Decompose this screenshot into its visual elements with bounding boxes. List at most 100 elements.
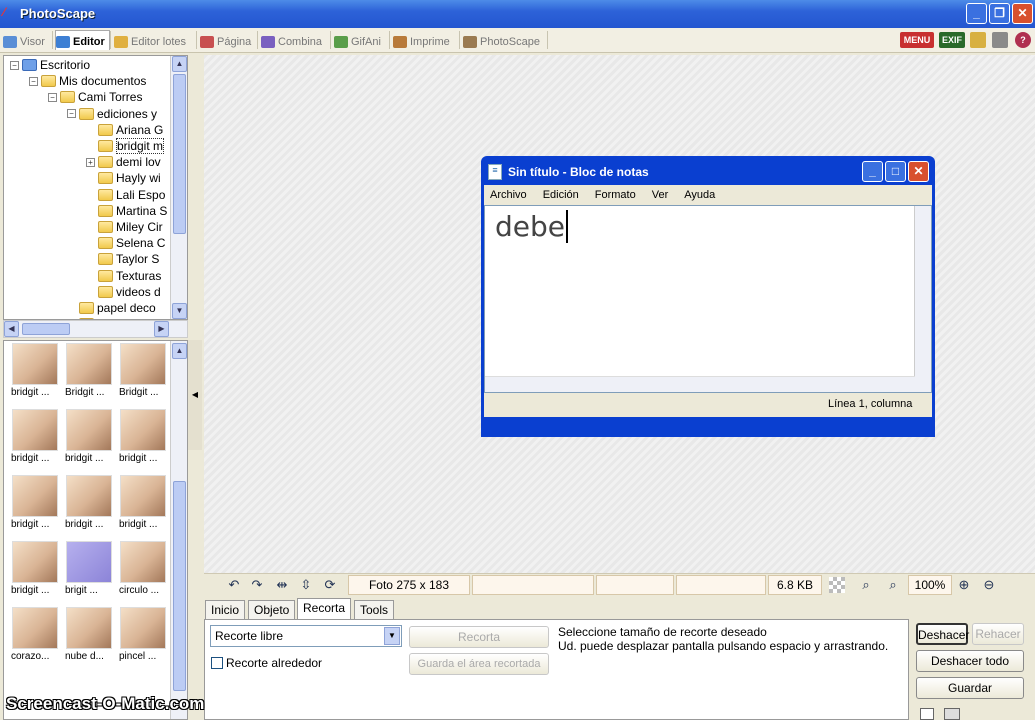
collapse-icon[interactable]: − <box>10 60 19 70</box>
rotate-any-icon[interactable]: ⟳ <box>322 577 338 593</box>
scroll-up-icon[interactable]: ▲ <box>172 343 187 359</box>
menu-archivo[interactable]: Archivo <box>490 189 527 201</box>
expand-icon[interactable]: + <box>86 157 95 167</box>
collapse-icon[interactable]: − <box>29 76 38 86</box>
rotate-left-icon[interactable]: ↶ <box>226 577 242 593</box>
tree-vertical-scrollbar[interactable]: ▲ ▼ <box>170 56 187 319</box>
windows-icon[interactable] <box>992 32 1008 48</box>
notepad-minimize-button[interactable]: _ <box>862 161 883 182</box>
flip-vertical-icon[interactable]: ⇳ <box>298 577 314 593</box>
save-button[interactable]: Guardar <box>916 677 1024 699</box>
thumbnail-image[interactable] <box>120 475 166 517</box>
minimize-button[interactable]: _ <box>966 3 987 24</box>
tree-horizontal-scrollbar[interactable]: ◀ ▶ <box>3 320 188 338</box>
tab-combina[interactable]: Combina <box>261 31 326 51</box>
tree-node[interactable]: − Cami Torres <box>48 89 142 105</box>
tree-node[interactable]: −Taylor S <box>86 251 159 267</box>
thumbnail-image[interactable] <box>12 343 58 385</box>
new-document-icon[interactable] <box>920 708 934 720</box>
exif-button[interactable]: EXIF <box>939 32 965 48</box>
rotate-right-icon[interactable]: ↷ <box>249 577 265 593</box>
tab-editor[interactable]: Editor <box>55 30 110 50</box>
thumbnail-image[interactable] <box>120 343 166 385</box>
tab-visor[interactable]: Visor <box>3 31 49 51</box>
scroll-right-icon[interactable]: ▶ <box>154 321 169 337</box>
tree-node[interactable]: −Lali Espo <box>86 187 165 203</box>
menu-ver[interactable]: Ver <box>652 189 669 201</box>
collapse-icon[interactable]: − <box>67 109 76 119</box>
thumbnail-image[interactable] <box>120 409 166 451</box>
thumbnail-image[interactable] <box>66 541 112 583</box>
thumbnail-image[interactable] <box>66 409 112 451</box>
tree-node[interactable]: − Escritorio <box>10 57 90 73</box>
transparency-icon[interactable] <box>829 577 845 593</box>
thumbnail-image[interactable] <box>12 607 58 649</box>
tree-node[interactable]: −Selena C <box>86 235 165 251</box>
collapse-icon[interactable]: − <box>48 92 57 102</box>
tree-node[interactable]: − Mis documentos <box>29 73 146 89</box>
tab-gifani[interactable]: GifAni <box>334 31 385 51</box>
tree-node-label: Selena C <box>116 236 166 251</box>
photo-dimensions: Foto 275 x 183 <box>348 575 470 595</box>
thumbnail-image[interactable] <box>12 475 58 517</box>
restore-button[interactable]: ❐ <box>989 3 1010 24</box>
tab-tools[interactable]: Tools <box>354 600 395 620</box>
notepad-horizontal-scrollbar[interactable] <box>485 376 915 392</box>
tab-editor-lotes[interactable]: Editor lotes <box>114 31 190 51</box>
zoom-actual-icon[interactable]: ⌕ <box>885 577 901 593</box>
tab-pagina[interactable]: Página <box>200 31 255 51</box>
thumbnail-image[interactable] <box>12 541 58 583</box>
folder-icon[interactable] <box>970 32 986 48</box>
thumbnail-image[interactable] <box>66 475 112 517</box>
crop-around-checkbox[interactable] <box>211 657 223 669</box>
tree-node[interactable]: −Texturas <box>86 268 161 284</box>
thumbnail-scrollbar[interactable]: ▲ <box>170 341 187 719</box>
scroll-down-icon[interactable]: ▼ <box>172 303 187 319</box>
menu-edicion[interactable]: Edición <box>543 189 579 201</box>
zoom-out-icon[interactable]: ⊖ <box>981 577 997 593</box>
tree-node[interactable]: −Martina S <box>86 203 167 219</box>
tab-imprime[interactable]: Imprime <box>393 31 454 51</box>
notepad-close-button[interactable]: ✕ <box>908 161 929 182</box>
scroll-up-icon[interactable]: ▲ <box>172 56 187 72</box>
tree-node[interactable]: − ediciones y <box>67 106 157 122</box>
flip-horizontal-icon[interactable]: ⇹ <box>274 577 290 593</box>
tree-node[interactable]: −videos d <box>86 284 161 300</box>
zoom-fit-icon[interactable]: ⌕ <box>858 577 874 593</box>
collapse-panel-icon[interactable]: ◀ <box>188 340 202 450</box>
crop-mode-select[interactable]: Recorte libre ▼ <box>210 625 402 647</box>
thumbnail-image[interactable] <box>120 541 166 583</box>
tree-node[interactable]: −Ariana G <box>86 122 163 138</box>
scroll-left-icon[interactable]: ◀ <box>4 321 19 337</box>
printer-icon[interactable] <box>944 708 960 720</box>
menu-button[interactable]: MENU <box>900 32 934 48</box>
zoom-in-icon[interactable]: ⊕ <box>956 577 972 593</box>
tree-node[interactable]: + demi lov <box>86 154 161 170</box>
notepad-maximize-button[interactable]: □ <box>885 161 906 182</box>
close-button[interactable]: ✕ <box>1012 3 1033 24</box>
chevron-down-icon[interactable]: ▼ <box>384 627 400 645</box>
tab-objeto[interactable]: Objeto <box>248 600 296 620</box>
redo-button[interactable]: Rehacer <box>972 623 1024 645</box>
thumbnail-image[interactable] <box>12 409 58 451</box>
undo-button[interactable]: Deshacer <box>916 623 969 645</box>
undo-all-button[interactable]: Deshacer todo <box>916 650 1024 672</box>
tree-node-label: Miley Cir <box>116 220 163 234</box>
tab-photoscape[interactable]: PhotoScape <box>463 31 544 51</box>
tab-inicio[interactable]: Inicio <box>205 600 246 620</box>
tree-node[interactable]: −Miley Cir <box>86 219 163 235</box>
tree-node[interactable]: −Hayly wi <box>86 170 161 186</box>
tree-node[interactable]: −papel deco <box>67 300 156 316</box>
notepad-text-area[interactable]: debe <box>484 205 932 393</box>
tab-recorta[interactable]: Recorta <box>297 598 352 620</box>
notepad-vertical-scrollbar[interactable] <box>914 206 931 392</box>
tree-node[interactable]: −bridgit m <box>86 138 165 154</box>
save-cropped-area-button[interactable]: Guarda el área recortada <box>409 653 549 675</box>
menu-ayuda[interactable]: Ayuda <box>684 189 715 201</box>
menu-formato[interactable]: Formato <box>595 189 636 201</box>
crop-button[interactable]: Recorta <box>409 626 549 648</box>
thumbnail-image[interactable] <box>120 607 166 649</box>
thumbnail-image[interactable] <box>66 343 112 385</box>
thumbnail-image[interactable] <box>66 607 112 649</box>
help-icon[interactable]: ? <box>1015 32 1031 48</box>
